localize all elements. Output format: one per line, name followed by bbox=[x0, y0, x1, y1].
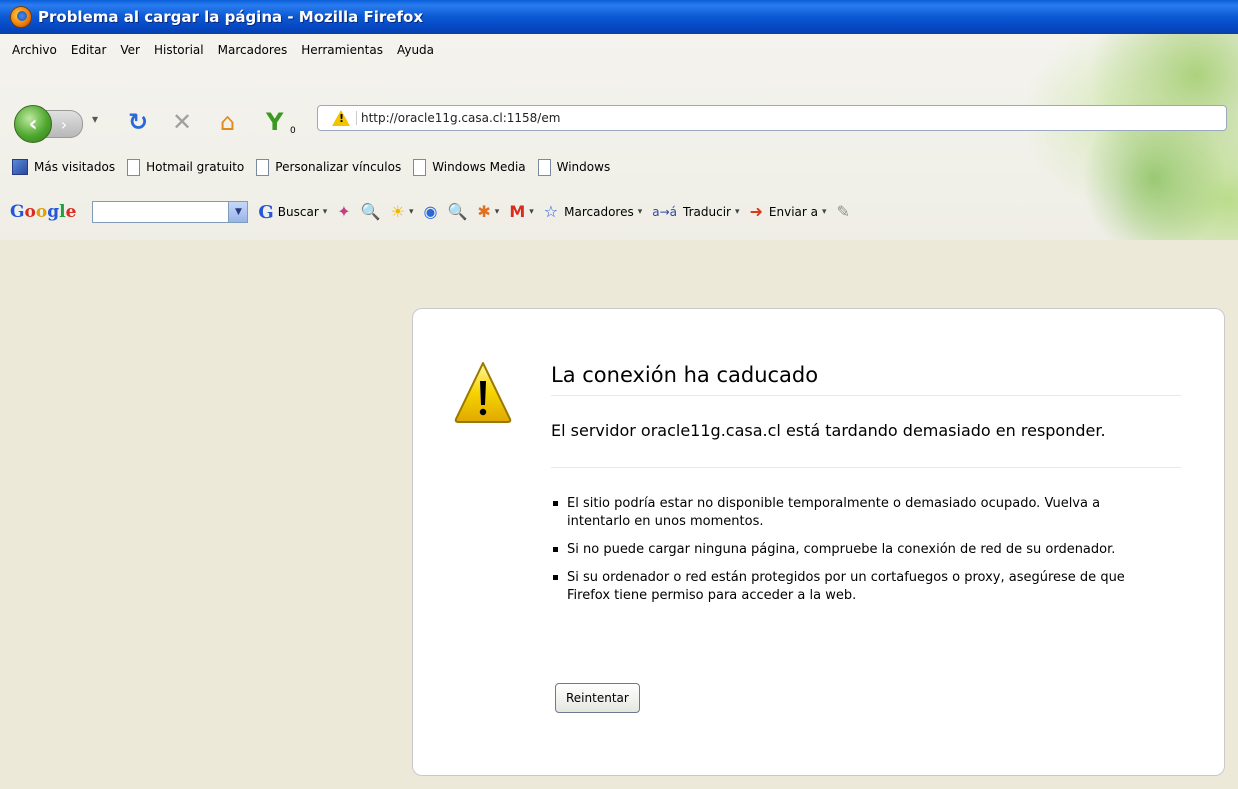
menu-herramientas[interactable]: Herramientas bbox=[301, 43, 383, 57]
bookmark-windows-media[interactable]: Windows Media bbox=[413, 158, 526, 176]
menu-ver[interactable]: Ver bbox=[120, 43, 140, 57]
address-bar[interactable]: http://oracle11g.casa.cl:1158/em bbox=[317, 105, 1227, 131]
highlighter-icon[interactable]: ✎ bbox=[837, 203, 850, 221]
pagerank-icon[interactable]: ✦ bbox=[337, 203, 350, 221]
menu-editar[interactable]: Editar bbox=[71, 43, 107, 57]
list-item: Si no puede cargar ninguna página, compr… bbox=[553, 541, 1153, 559]
bookmark-label: Windows bbox=[556, 160, 611, 174]
list-item: Si su ordenador o red están protegidos p… bbox=[553, 569, 1153, 605]
error-title: La conexión ha caducado bbox=[551, 363, 1181, 396]
google-logo: Google bbox=[10, 202, 77, 222]
back-button[interactable]: ‹ bbox=[14, 105, 52, 143]
reload-icon[interactable]: ↻ bbox=[128, 108, 148, 136]
list-item: El sitio podría estar no disponible temp… bbox=[553, 495, 1153, 531]
chevron-down-icon[interactable]: ▾ bbox=[638, 207, 643, 217]
google-search-button[interactable]: G Buscar ▾ bbox=[258, 202, 327, 223]
chevron-down-icon[interactable]: ▾ bbox=[495, 207, 500, 217]
bookmark-windows[interactable]: Windows bbox=[537, 158, 611, 176]
bookmark-label: Personalizar vínculos bbox=[275, 160, 402, 174]
search-icon[interactable]: 🔍 bbox=[361, 203, 381, 221]
warning-icon bbox=[454, 362, 512, 423]
google-toolbar: Google ▼ G Buscar ▾ ✦ 🔍 ☀ ▾ ◉ 🔍 ✱ ▾ M ▾ … bbox=[0, 194, 1238, 230]
page-icon bbox=[537, 158, 551, 176]
back-arrow-icon: ‹ bbox=[28, 111, 38, 137]
send-arrow-icon[interactable]: ➜ bbox=[750, 203, 763, 221]
chevron-down-icon[interactable]: ▾ bbox=[323, 207, 328, 217]
page-icon bbox=[256, 158, 270, 176]
search-label: Buscar bbox=[277, 205, 319, 219]
translate-button[interactable]: Traducir bbox=[683, 205, 731, 219]
send-button[interactable]: Enviar a bbox=[769, 205, 818, 219]
retry-button[interactable]: Reintentar bbox=[555, 683, 640, 713]
bookmarks-toolbar: Más visitados Hotmail gratuito Personali… bbox=[0, 150, 622, 184]
forward-arrow-icon: › bbox=[60, 114, 68, 134]
stop-icon[interactable]: ✕ bbox=[172, 108, 192, 136]
window-title: Problema al cargar la página - Mozilla F… bbox=[38, 8, 423, 26]
divider bbox=[551, 467, 1181, 468]
puzzle-icon[interactable]: ✱ bbox=[477, 203, 490, 221]
menu-historial[interactable]: Historial bbox=[154, 43, 204, 57]
google-g-icon: G bbox=[258, 201, 274, 223]
bookmark-label: Windows Media bbox=[432, 160, 526, 174]
chevron-down-icon[interactable]: ▾ bbox=[735, 207, 740, 217]
chevron-down-icon[interactable]: ▾ bbox=[822, 207, 827, 217]
error-subtitle: El servidor oracle11g.casa.cl está tarda… bbox=[551, 421, 1106, 440]
error-suggestions: El sitio podría estar no disponible temp… bbox=[553, 495, 1153, 615]
search-dropdown-icon[interactable]: ▼ bbox=[228, 202, 248, 222]
globe-icon[interactable]: ◉ bbox=[424, 203, 438, 221]
bookmark-personalizar[interactable]: Personalizar vínculos bbox=[256, 158, 402, 176]
error-panel: La conexión ha caducado El servidor orac… bbox=[412, 308, 1225, 776]
sprout-icon[interactable]: Y bbox=[266, 108, 283, 136]
bookmark-mas-visitados[interactable]: Más visitados bbox=[12, 159, 115, 175]
chevron-down-icon[interactable]: ▾ bbox=[409, 207, 414, 217]
firefox-logo-icon bbox=[10, 6, 32, 28]
history-dropdown-icon[interactable]: ▾ bbox=[92, 112, 98, 126]
page-icon bbox=[127, 158, 141, 176]
sun-icon[interactable]: ☀ bbox=[391, 203, 405, 221]
warning-icon bbox=[332, 109, 350, 127]
bookmark-hotmail[interactable]: Hotmail gratuito bbox=[127, 158, 245, 176]
bookmarks-button[interactable]: Marcadores bbox=[564, 205, 634, 219]
chevron-down-icon[interactable]: ▾ bbox=[529, 207, 534, 217]
address-url[interactable]: http://oracle11g.casa.cl:1158/em bbox=[356, 111, 560, 125]
menu-marcadores[interactable]: Marcadores bbox=[218, 43, 288, 57]
translate-icon[interactable]: a→á bbox=[652, 203, 677, 221]
star-icon[interactable]: ☆ bbox=[544, 203, 558, 221]
most-visited-icon bbox=[12, 159, 28, 175]
gmail-icon[interactable]: M bbox=[509, 203, 525, 221]
bookmark-label: Hotmail gratuito bbox=[146, 160, 245, 174]
sprout-count: 0 bbox=[290, 126, 296, 136]
bookmark-label: Más visitados bbox=[34, 160, 116, 174]
search-icon[interactable]: 🔍 bbox=[447, 203, 467, 221]
menu-bar: Archivo Editar Ver Historial Marcadores … bbox=[0, 34, 448, 66]
page-icon bbox=[413, 158, 427, 176]
google-search-input[interactable]: ▼ bbox=[92, 201, 249, 223]
window-titlebar: Problema al cargar la página - Mozilla F… bbox=[0, 0, 1238, 34]
menu-archivo[interactable]: Archivo bbox=[12, 43, 57, 57]
page-content: La conexión ha caducado El servidor orac… bbox=[0, 240, 1238, 789]
menu-ayuda[interactable]: Ayuda bbox=[397, 43, 434, 57]
home-icon[interactable]: ⌂ bbox=[220, 108, 235, 136]
navigation-toolbar: › ‹ ▾ ↻ ✕ ⌂ Y 0 http://oracle11g.casa.cl… bbox=[0, 100, 1238, 144]
